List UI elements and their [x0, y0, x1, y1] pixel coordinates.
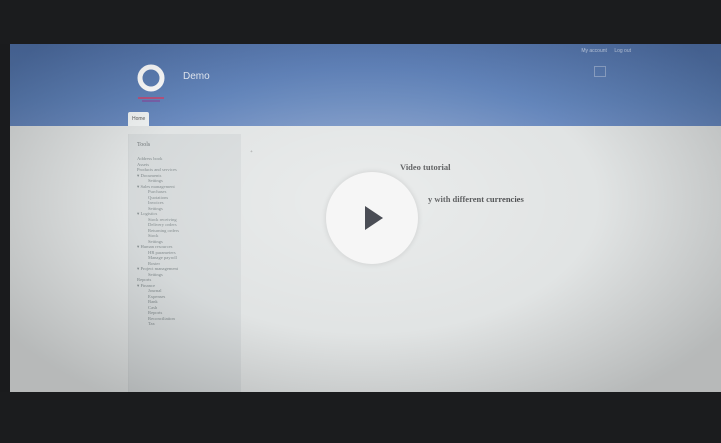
site-logo [134, 64, 168, 104]
sidebar-title: Tools [137, 142, 151, 148]
user-links: My account Log out [575, 48, 631, 54]
content-marker: + [250, 150, 253, 155]
sidebar-item[interactable]: Products and services [137, 167, 179, 173]
site-name: Demo [183, 71, 210, 82]
tab-home[interactable]: Home [128, 112, 150, 126]
letterbox-bottom [0, 392, 721, 443]
page-title: Video tutorial [400, 162, 451, 172]
logout-link[interactable]: Log out [614, 48, 631, 54]
site-header: My account Log out Demo Home [10, 44, 721, 126]
sidebar-nav: Address book Assets Products and service… [137, 156, 179, 327]
sidebar-item[interactable]: Tax [137, 321, 179, 327]
play-button[interactable] [326, 172, 418, 264]
page-subtitle: y with different currencies [428, 194, 524, 204]
play-icon [365, 206, 383, 230]
search-icon[interactable] [594, 66, 606, 77]
my-account-link[interactable]: My account [581, 48, 607, 54]
video-frame: My account Log out Demo Home Tools Addre… [0, 0, 721, 443]
sidebar: Tools Address book Assets Products and s… [128, 134, 241, 392]
sidebar-item[interactable]: ▾ Project management [137, 266, 179, 272]
letterbox-top [0, 0, 721, 44]
